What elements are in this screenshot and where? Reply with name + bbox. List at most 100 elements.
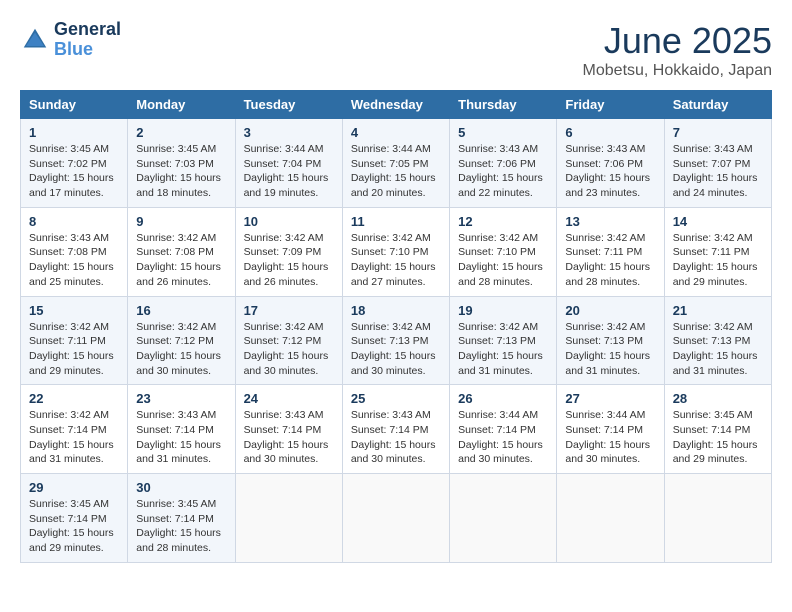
- logo-text: General Blue: [54, 20, 121, 60]
- day-number: 4: [351, 125, 441, 140]
- day-number: 26: [458, 391, 548, 406]
- day-number: 1: [29, 125, 119, 140]
- day-info: Sunrise: 3:42 AM Sunset: 7:09 PM Dayligh…: [244, 231, 334, 290]
- day-number: 13: [565, 214, 655, 229]
- header-tuesday: Tuesday: [235, 91, 342, 119]
- day-info: Sunrise: 3:44 AM Sunset: 7:14 PM Dayligh…: [565, 408, 655, 467]
- table-row: 25 Sunrise: 3:43 AM Sunset: 7:14 PM Dayl…: [342, 385, 449, 474]
- day-info: Sunrise: 3:45 AM Sunset: 7:03 PM Dayligh…: [136, 142, 226, 201]
- table-row: 5 Sunrise: 3:43 AM Sunset: 7:06 PM Dayli…: [450, 119, 557, 208]
- day-info: Sunrise: 3:42 AM Sunset: 7:12 PM Dayligh…: [244, 320, 334, 379]
- day-number: 11: [351, 214, 441, 229]
- table-row: [450, 474, 557, 563]
- calendar-table: Sunday Monday Tuesday Wednesday Thursday…: [20, 90, 772, 563]
- table-row: 23 Sunrise: 3:43 AM Sunset: 7:14 PM Dayl…: [128, 385, 235, 474]
- day-number: 3: [244, 125, 334, 140]
- header-wednesday: Wednesday: [342, 91, 449, 119]
- day-number: 10: [244, 214, 334, 229]
- day-number: 15: [29, 303, 119, 318]
- table-row: [664, 474, 771, 563]
- day-number: 27: [565, 391, 655, 406]
- day-info: Sunrise: 3:44 AM Sunset: 7:05 PM Dayligh…: [351, 142, 441, 201]
- day-info: Sunrise: 3:44 AM Sunset: 7:14 PM Dayligh…: [458, 408, 548, 467]
- day-number: 2: [136, 125, 226, 140]
- table-row: 28 Sunrise: 3:45 AM Sunset: 7:14 PM Dayl…: [664, 385, 771, 474]
- header-saturday: Saturday: [664, 91, 771, 119]
- table-row: 16 Sunrise: 3:42 AM Sunset: 7:12 PM Dayl…: [128, 296, 235, 385]
- day-info: Sunrise: 3:42 AM Sunset: 7:08 PM Dayligh…: [136, 231, 226, 290]
- day-number: 8: [29, 214, 119, 229]
- day-info: Sunrise: 3:42 AM Sunset: 7:11 PM Dayligh…: [673, 231, 763, 290]
- day-number: 29: [29, 480, 119, 495]
- day-info: Sunrise: 3:42 AM Sunset: 7:13 PM Dayligh…: [458, 320, 548, 379]
- day-info: Sunrise: 3:43 AM Sunset: 7:14 PM Dayligh…: [351, 408, 441, 467]
- day-number: 23: [136, 391, 226, 406]
- calendar-week-row: 1 Sunrise: 3:45 AM Sunset: 7:02 PM Dayli…: [21, 119, 772, 208]
- logo: General Blue: [20, 20, 121, 60]
- table-row: 17 Sunrise: 3:42 AM Sunset: 7:12 PM Dayl…: [235, 296, 342, 385]
- day-number: 28: [673, 391, 763, 406]
- calendar-week-row: 8 Sunrise: 3:43 AM Sunset: 7:08 PM Dayli…: [21, 207, 772, 296]
- title-area: June 2025 Mobetsu, Hokkaido, Japan: [583, 20, 772, 80]
- table-row: 7 Sunrise: 3:43 AM Sunset: 7:07 PM Dayli…: [664, 119, 771, 208]
- table-row: 14 Sunrise: 3:42 AM Sunset: 7:11 PM Dayl…: [664, 207, 771, 296]
- day-number: 6: [565, 125, 655, 140]
- header-thursday: Thursday: [450, 91, 557, 119]
- table-row: 27 Sunrise: 3:44 AM Sunset: 7:14 PM Dayl…: [557, 385, 664, 474]
- day-number: 24: [244, 391, 334, 406]
- day-number: 30: [136, 480, 226, 495]
- table-row: 2 Sunrise: 3:45 AM Sunset: 7:03 PM Dayli…: [128, 119, 235, 208]
- table-row: 22 Sunrise: 3:42 AM Sunset: 7:14 PM Dayl…: [21, 385, 128, 474]
- table-row: 12 Sunrise: 3:42 AM Sunset: 7:10 PM Dayl…: [450, 207, 557, 296]
- table-row: 1 Sunrise: 3:45 AM Sunset: 7:02 PM Dayli…: [21, 119, 128, 208]
- day-info: Sunrise: 3:42 AM Sunset: 7:12 PM Dayligh…: [136, 320, 226, 379]
- day-number: 22: [29, 391, 119, 406]
- table-row: 24 Sunrise: 3:43 AM Sunset: 7:14 PM Dayl…: [235, 385, 342, 474]
- table-row: 9 Sunrise: 3:42 AM Sunset: 7:08 PM Dayli…: [128, 207, 235, 296]
- table-row: 15 Sunrise: 3:42 AM Sunset: 7:11 PM Dayl…: [21, 296, 128, 385]
- location-text: Mobetsu, Hokkaido, Japan: [583, 62, 772, 80]
- table-row: 3 Sunrise: 3:44 AM Sunset: 7:04 PM Dayli…: [235, 119, 342, 208]
- logo-line1: General: [54, 20, 121, 40]
- day-info: Sunrise: 3:42 AM Sunset: 7:11 PM Dayligh…: [29, 320, 119, 379]
- day-info: Sunrise: 3:43 AM Sunset: 7:06 PM Dayligh…: [565, 142, 655, 201]
- day-info: Sunrise: 3:42 AM Sunset: 7:13 PM Dayligh…: [351, 320, 441, 379]
- day-number: 18: [351, 303, 441, 318]
- calendar-week-row: 15 Sunrise: 3:42 AM Sunset: 7:11 PM Dayl…: [21, 296, 772, 385]
- logo-icon: [20, 25, 50, 55]
- day-info: Sunrise: 3:45 AM Sunset: 7:14 PM Dayligh…: [29, 497, 119, 556]
- table-row: 18 Sunrise: 3:42 AM Sunset: 7:13 PM Dayl…: [342, 296, 449, 385]
- table-row: 6 Sunrise: 3:43 AM Sunset: 7:06 PM Dayli…: [557, 119, 664, 208]
- day-info: Sunrise: 3:42 AM Sunset: 7:10 PM Dayligh…: [351, 231, 441, 290]
- day-info: Sunrise: 3:42 AM Sunset: 7:13 PM Dayligh…: [565, 320, 655, 379]
- table-row: 30 Sunrise: 3:45 AM Sunset: 7:14 PM Dayl…: [128, 474, 235, 563]
- table-row: 8 Sunrise: 3:43 AM Sunset: 7:08 PM Dayli…: [21, 207, 128, 296]
- day-info: Sunrise: 3:43 AM Sunset: 7:08 PM Dayligh…: [29, 231, 119, 290]
- day-info: Sunrise: 3:42 AM Sunset: 7:13 PM Dayligh…: [673, 320, 763, 379]
- day-number: 20: [565, 303, 655, 318]
- day-info: Sunrise: 3:43 AM Sunset: 7:14 PM Dayligh…: [136, 408, 226, 467]
- day-info: Sunrise: 3:43 AM Sunset: 7:06 PM Dayligh…: [458, 142, 548, 201]
- header-sunday: Sunday: [21, 91, 128, 119]
- day-number: 9: [136, 214, 226, 229]
- day-info: Sunrise: 3:45 AM Sunset: 7:14 PM Dayligh…: [136, 497, 226, 556]
- day-info: Sunrise: 3:44 AM Sunset: 7:04 PM Dayligh…: [244, 142, 334, 201]
- table-row: 26 Sunrise: 3:44 AM Sunset: 7:14 PM Dayl…: [450, 385, 557, 474]
- table-row: 4 Sunrise: 3:44 AM Sunset: 7:05 PM Dayli…: [342, 119, 449, 208]
- logo-line2: Blue: [54, 40, 121, 60]
- day-info: Sunrise: 3:42 AM Sunset: 7:14 PM Dayligh…: [29, 408, 119, 467]
- day-info: Sunrise: 3:43 AM Sunset: 7:14 PM Dayligh…: [244, 408, 334, 467]
- table-row: [557, 474, 664, 563]
- day-number: 16: [136, 303, 226, 318]
- table-row: 21 Sunrise: 3:42 AM Sunset: 7:13 PM Dayl…: [664, 296, 771, 385]
- day-number: 19: [458, 303, 548, 318]
- calendar-week-row: 22 Sunrise: 3:42 AM Sunset: 7:14 PM Dayl…: [21, 385, 772, 474]
- day-number: 14: [673, 214, 763, 229]
- day-info: Sunrise: 3:42 AM Sunset: 7:11 PM Dayligh…: [565, 231, 655, 290]
- table-row: [342, 474, 449, 563]
- day-info: Sunrise: 3:42 AM Sunset: 7:10 PM Dayligh…: [458, 231, 548, 290]
- calendar-week-row: 29 Sunrise: 3:45 AM Sunset: 7:14 PM Dayl…: [21, 474, 772, 563]
- table-row: 10 Sunrise: 3:42 AM Sunset: 7:09 PM Dayl…: [235, 207, 342, 296]
- day-number: 5: [458, 125, 548, 140]
- header-friday: Friday: [557, 91, 664, 119]
